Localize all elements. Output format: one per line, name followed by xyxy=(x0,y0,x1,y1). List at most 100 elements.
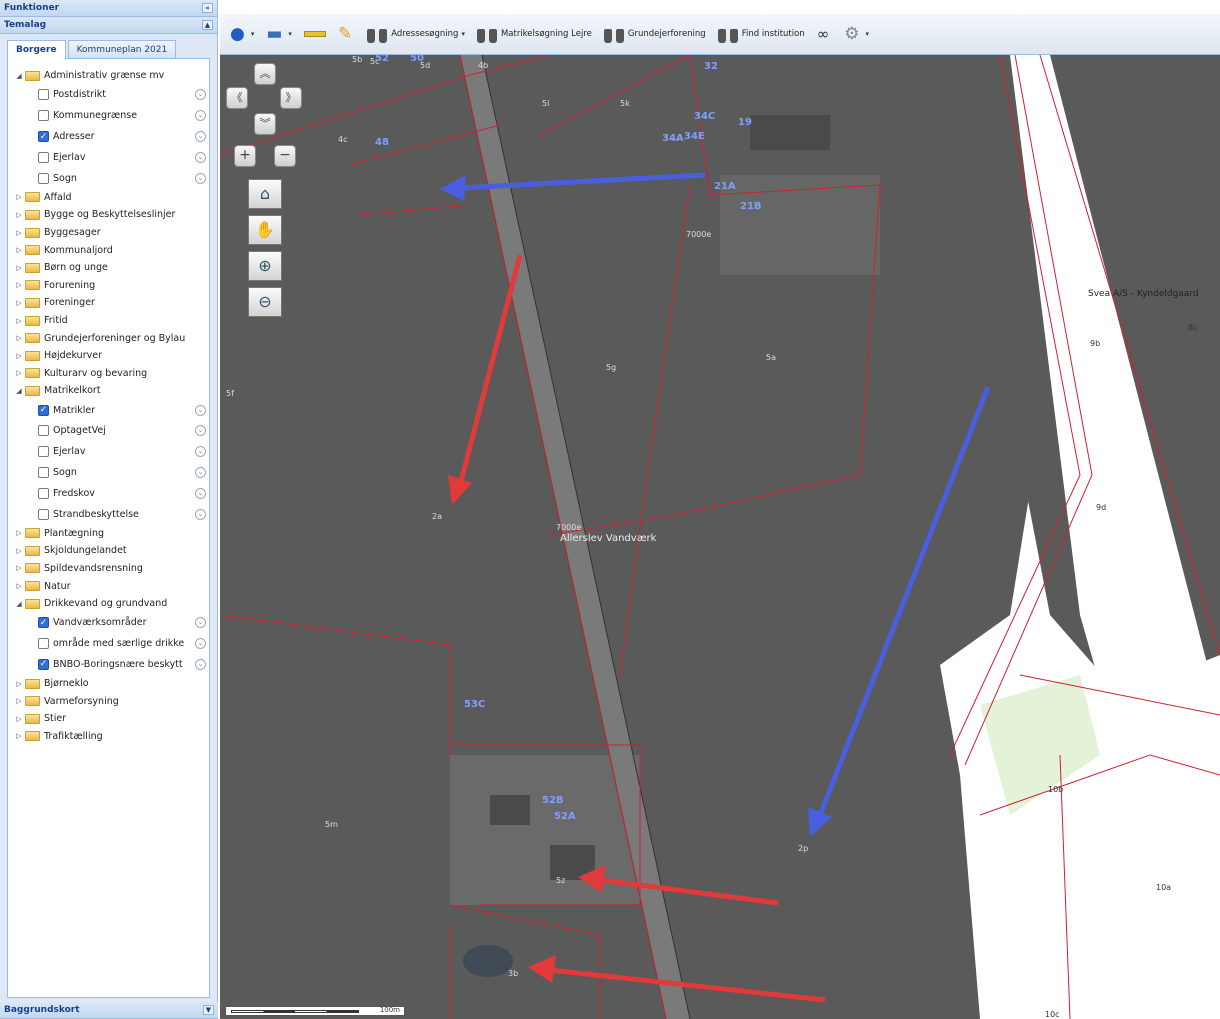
pan-up-button[interactable]: ︽ xyxy=(254,63,276,85)
settings-tool[interactable]: ⚙ ▾ xyxy=(844,24,869,44)
collapsed-arrow-icon[interactable]: ▷ xyxy=(14,369,24,377)
adressesogning-button[interactable]: Adressesøgning ▾ xyxy=(367,24,465,44)
collapsed-arrow-icon[interactable]: ▷ xyxy=(14,317,24,325)
layer-group[interactable]: ▷ Kommunaljord xyxy=(8,241,209,259)
layer-item[interactable]: Strandbeskyttelse ⌄ xyxy=(8,504,209,525)
layer-info-icon[interactable]: ⌄ xyxy=(195,425,206,437)
layer-checkbox[interactable] xyxy=(38,446,49,458)
baggrundskort-header[interactable]: Baggrundskort ▼ xyxy=(0,1002,218,1019)
collapsed-arrow-icon[interactable]: ▷ xyxy=(14,281,24,289)
layer-item[interactable]: OptagetVej ⌄ xyxy=(8,421,209,442)
layer-group[interactable]: ▷ Spildevandsrensning xyxy=(8,560,209,578)
layer-group[interactable]: ▷ Bygge og Beskyttelseslinjer xyxy=(8,206,209,224)
collapsed-arrow-icon[interactable]: ▷ xyxy=(14,582,24,590)
pan-down-button[interactable]: ︾ xyxy=(254,113,276,135)
collapsed-arrow-icon[interactable]: ▷ xyxy=(14,193,24,201)
layer-group[interactable]: ▷ Trafiktælling xyxy=(8,728,209,746)
layer-checkbox[interactable] xyxy=(38,89,49,101)
layer-info-icon[interactable]: ⌄ xyxy=(195,508,206,520)
collapsed-arrow-icon[interactable]: ▷ xyxy=(14,715,24,723)
layer-group[interactable]: ▷ Varmeforsyning xyxy=(8,692,209,710)
layer-group[interactable]: ▷ Plantægning xyxy=(8,524,209,542)
layer-item[interactable]: ✓ Matrikler ⌄ xyxy=(8,400,209,421)
layer-group[interactable]: ◢ Matrikelkort xyxy=(8,382,209,400)
layer-item[interactable]: ✓ Vandværksområder ⌄ xyxy=(8,612,209,633)
layer-group[interactable]: ▷ Børn og unge xyxy=(8,259,209,277)
layer-info-icon[interactable]: ⌄ xyxy=(195,617,206,629)
layer-checkbox[interactable]: ✓ xyxy=(38,658,49,670)
collapsed-arrow-icon[interactable]: ▷ xyxy=(14,334,24,342)
layer-group[interactable]: ◢ Administrativ grænse mv xyxy=(8,67,209,85)
expanded-arrow-icon[interactable]: ◢ xyxy=(14,72,24,80)
layer-item[interactable]: Ejerlav ⌄ xyxy=(8,147,209,168)
layer-checkbox[interactable]: ✓ xyxy=(38,404,49,416)
layer-item[interactable]: Kommunegrænse ⌄ xyxy=(8,105,209,126)
layer-checkbox[interactable] xyxy=(38,508,49,520)
expanded-arrow-icon[interactable]: ◢ xyxy=(14,600,24,608)
layer-group[interactable]: ▷ Fritid xyxy=(8,312,209,330)
collapsed-arrow-icon[interactable]: ▷ xyxy=(14,697,24,705)
zoom-out-small-button[interactable]: − xyxy=(274,145,296,167)
draw-tool[interactable]: ✎ xyxy=(338,24,355,44)
layer-info-icon[interactable]: ⌄ xyxy=(195,466,206,478)
print-tool[interactable]: ▬ ▾ xyxy=(266,24,292,44)
layer-item[interactable]: område med særlige drikke ⌄ xyxy=(8,633,209,654)
layer-group[interactable]: ▷ Skjoldungelandet xyxy=(8,542,209,560)
layer-group[interactable]: ▷ Natur xyxy=(8,577,209,595)
collapsed-arrow-icon[interactable]: ▷ xyxy=(14,299,24,307)
temalag-header[interactable]: Temalag ▲ xyxy=(0,17,217,34)
zoom-out-tool-button[interactable]: ⊖ xyxy=(248,287,282,317)
layer-item[interactable]: Fredskov ⌄ xyxy=(8,483,209,504)
collapsed-arrow-icon[interactable]: ▷ xyxy=(14,229,24,237)
tab-kommuneplan[interactable]: Kommuneplan 2021 xyxy=(67,40,177,58)
collapse-up-icon[interactable]: ▲ xyxy=(202,20,213,30)
map-view[interactable]: 5b 5c 5d 4b 52 50 32 5l 5k 4c 48 34C 34A… xyxy=(220,55,1220,1019)
layer-info-icon[interactable]: ⌄ xyxy=(195,110,206,122)
layer-checkbox[interactable] xyxy=(38,172,49,184)
collapsed-arrow-icon[interactable]: ▷ xyxy=(14,264,24,272)
layer-checkbox[interactable]: ✓ xyxy=(38,131,49,143)
matrikelsogning-button[interactable]: Matrikelsøgning Lejre xyxy=(476,24,592,44)
grundejerforening-button[interactable]: Grundejerforening xyxy=(603,24,706,44)
layer-checkbox[interactable]: ✓ xyxy=(38,617,49,629)
layer-group[interactable]: ▷ Grundejerforeninger og Bylau xyxy=(8,329,209,347)
layer-item[interactable]: Sogn ⌄ xyxy=(8,168,209,189)
collapsed-arrow-icon[interactable]: ▷ xyxy=(14,246,24,254)
layer-item[interactable]: ✓ Adresser ⌄ xyxy=(8,126,209,147)
pan-right-button[interactable]: 》 xyxy=(280,87,302,109)
layer-item[interactable]: Sogn ⌄ xyxy=(8,462,209,483)
layer-checkbox[interactable] xyxy=(38,425,49,437)
collapsed-arrow-icon[interactable]: ▷ xyxy=(14,680,24,688)
collapsed-arrow-icon[interactable]: ▷ xyxy=(14,529,24,537)
layer-checkbox[interactable] xyxy=(38,110,49,122)
layer-info-icon[interactable]: ⌄ xyxy=(195,446,206,458)
layer-info-icon[interactable]: ⌄ xyxy=(195,131,206,143)
pan-left-button[interactable]: 《 xyxy=(226,87,248,109)
layer-info-icon[interactable]: ⌄ xyxy=(195,172,206,184)
layer-group[interactable]: ▷ Byggesager xyxy=(8,224,209,242)
collapsed-arrow-icon[interactable]: ▷ xyxy=(14,564,24,572)
layer-group[interactable]: ▷ Foreninger xyxy=(8,294,209,312)
layer-item[interactable]: ✓ BNBO-Boringsnære beskytt ⌄ xyxy=(8,654,209,675)
expanded-arrow-icon[interactable]: ◢ xyxy=(14,387,24,395)
layer-info-icon[interactable]: ⌄ xyxy=(195,404,206,416)
measure-tool[interactable] xyxy=(303,31,326,37)
layer-group[interactable]: ▷ Bjørneklo xyxy=(8,675,209,693)
layer-checkbox[interactable] xyxy=(38,487,49,499)
collapsed-arrow-icon[interactable]: ▷ xyxy=(14,547,24,555)
link-tool[interactable]: ∞ xyxy=(817,25,833,43)
layer-info-icon[interactable]: ⌄ xyxy=(195,89,206,101)
collapsed-arrow-icon[interactable]: ▷ xyxy=(14,352,24,360)
layer-group[interactable]: ▷ Affald xyxy=(8,189,209,207)
layer-item[interactable]: Ejerlav ⌄ xyxy=(8,441,209,462)
collapsed-arrow-icon[interactable]: ▷ xyxy=(14,211,24,219)
find-institution-button[interactable]: Find institution xyxy=(717,24,805,44)
funktioner-header[interactable]: Funktioner « xyxy=(0,0,217,17)
tab-borgere[interactable]: Borgere xyxy=(7,40,66,59)
layer-info-icon[interactable]: ⌄ xyxy=(195,151,206,163)
expand-down-icon[interactable]: ▼ xyxy=(203,1005,214,1015)
layer-group[interactable]: ◢ Drikkevand og grundvand xyxy=(8,595,209,613)
layer-group[interactable]: ▷ Højdekurver xyxy=(8,347,209,365)
info-tool[interactable]: ● ▾ xyxy=(230,24,254,44)
layer-info-icon[interactable]: ⌄ xyxy=(195,658,206,670)
